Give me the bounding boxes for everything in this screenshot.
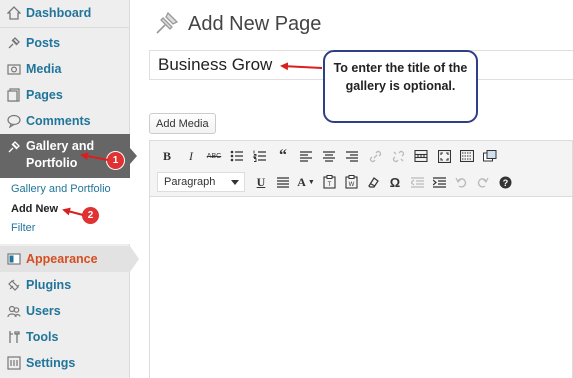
bold-icon[interactable]: B <box>158 147 176 165</box>
outdent-icon[interactable] <box>408 173 426 191</box>
indent-icon[interactable] <box>430 173 448 191</box>
blockquote-icon[interactable]: “ <box>274 147 292 165</box>
content-editor[interactable]: B I ABC “ Paragraph U A ▼ T W Ω ? <box>149 140 573 378</box>
clear-formatting-icon[interactable] <box>364 173 382 191</box>
submenu-item-add-new[interactable]: Add New <box>11 203 58 215</box>
special-character-icon[interactable]: Ω <box>386 173 404 191</box>
sidebar-item-label: Plugins <box>26 278 72 292</box>
pushpin-icon <box>154 10 180 41</box>
align-left-icon[interactable] <box>297 147 315 165</box>
undo-icon[interactable] <box>452 173 470 191</box>
main-content: Add New Page Business Grow To enter the … <box>140 0 573 378</box>
align-right-icon[interactable] <box>343 147 361 165</box>
svg-text:?: ? <box>502 178 508 188</box>
dashboard-icon <box>7 6 21 20</box>
underline-icon[interactable]: U <box>252 173 270 191</box>
step-badge-2: 2 <box>82 207 99 224</box>
gallery-icon[interactable] <box>481 147 499 165</box>
unlink-icon[interactable] <box>389 147 407 165</box>
plugins-icon <box>7 278 21 292</box>
sidebar-item-media[interactable]: Media <box>0 56 130 82</box>
media-icon <box>7 62 21 76</box>
admin-sidebar: Dashboard Posts Media Pages Comments Gal… <box>0 0 139 378</box>
sidebar-item-appearance[interactable]: Appearance <box>0 246 130 272</box>
format-select-value: Paragraph <box>164 176 216 188</box>
insert-link-icon[interactable] <box>366 147 384 165</box>
divider <box>0 27 130 28</box>
submenu: Gallery and Portfolio Add New Filter <box>0 178 130 244</box>
step-badge-1: 1 <box>107 152 124 169</box>
sidebar-item-label: Settings <box>26 356 76 370</box>
align-center-icon[interactable] <box>320 147 338 165</box>
submenu-item-gallery-portfolio[interactable]: Gallery and Portfolio <box>11 183 111 195</box>
sidebar-item-label: Pages <box>26 88 63 102</box>
redo-icon[interactable] <box>474 173 492 191</box>
svg-text:T: T <box>327 182 331 188</box>
sidebar-item-label: Comments <box>26 114 91 128</box>
pin-icon <box>7 36 21 50</box>
fullscreen-icon[interactable] <box>435 147 453 165</box>
sidebar-item-users[interactable]: Users <box>0 298 130 324</box>
pages-icon <box>7 88 21 102</box>
bullet-list-icon[interactable] <box>228 147 246 165</box>
paste-text-icon[interactable]: T <box>320 173 338 191</box>
users-icon <box>7 304 21 318</box>
editor-toolbar: B I ABC “ Paragraph U A ▼ T W Ω ? <box>150 141 572 197</box>
toolbar-toggle-icon[interactable] <box>458 147 476 165</box>
help-icon[interactable]: ? <box>496 173 514 191</box>
tools-icon <box>7 330 21 344</box>
appearance-icon <box>7 252 21 266</box>
comments-icon <box>7 114 21 128</box>
svg-text:W: W <box>348 182 354 188</box>
submenu-item-filter[interactable]: Filter <box>11 222 35 234</box>
paste-word-icon[interactable]: W <box>342 173 360 191</box>
sidebar-item-comments[interactable]: Comments <box>0 108 130 134</box>
sidebar-item-settings[interactable]: Settings <box>0 350 130 376</box>
sidebar-item-label: Posts <box>26 36 61 50</box>
align-justify-icon[interactable] <box>274 173 292 191</box>
sidebar-item-plugins[interactable]: Plugins <box>0 272 130 298</box>
page-title: Add New Page <box>188 13 322 35</box>
add-media-button[interactable]: Add Media <box>149 113 216 134</box>
sidebar-item-label: Appearance <box>26 252 98 266</box>
sidebar-item-posts[interactable]: Posts <box>0 30 130 56</box>
sidebar-item-label: Tools <box>26 330 59 344</box>
active-indicator <box>130 148 137 164</box>
sidebar-item-pages[interactable]: Pages <box>0 82 130 108</box>
sidebar-item-label: Dashboard <box>26 6 92 20</box>
sidebar-item-dashboard[interactable]: Dashboard <box>0 0 130 26</box>
sidebar-item-label: Gallery and Portfolio <box>26 139 95 170</box>
numbered-list-icon[interactable] <box>251 147 269 165</box>
chevron-down-icon <box>231 180 239 185</box>
settings-icon <box>7 356 21 370</box>
strikethrough-icon[interactable]: ABC <box>205 147 223 165</box>
tooltip-callout: To enter the title of the gallery is opt… <box>323 50 478 123</box>
italic-icon[interactable]: I <box>182 147 200 165</box>
insert-more-icon[interactable] <box>412 147 430 165</box>
text-color-icon[interactable]: A ▼ <box>295 173 317 191</box>
appearance-indicator <box>130 246 139 272</box>
pin-icon <box>7 140 21 154</box>
sidebar-item-label: Media <box>26 62 62 76</box>
format-select[interactable]: Paragraph <box>157 172 245 192</box>
sidebar-item-label: Users <box>26 304 61 318</box>
sidebar-item-tools[interactable]: Tools <box>0 324 130 350</box>
